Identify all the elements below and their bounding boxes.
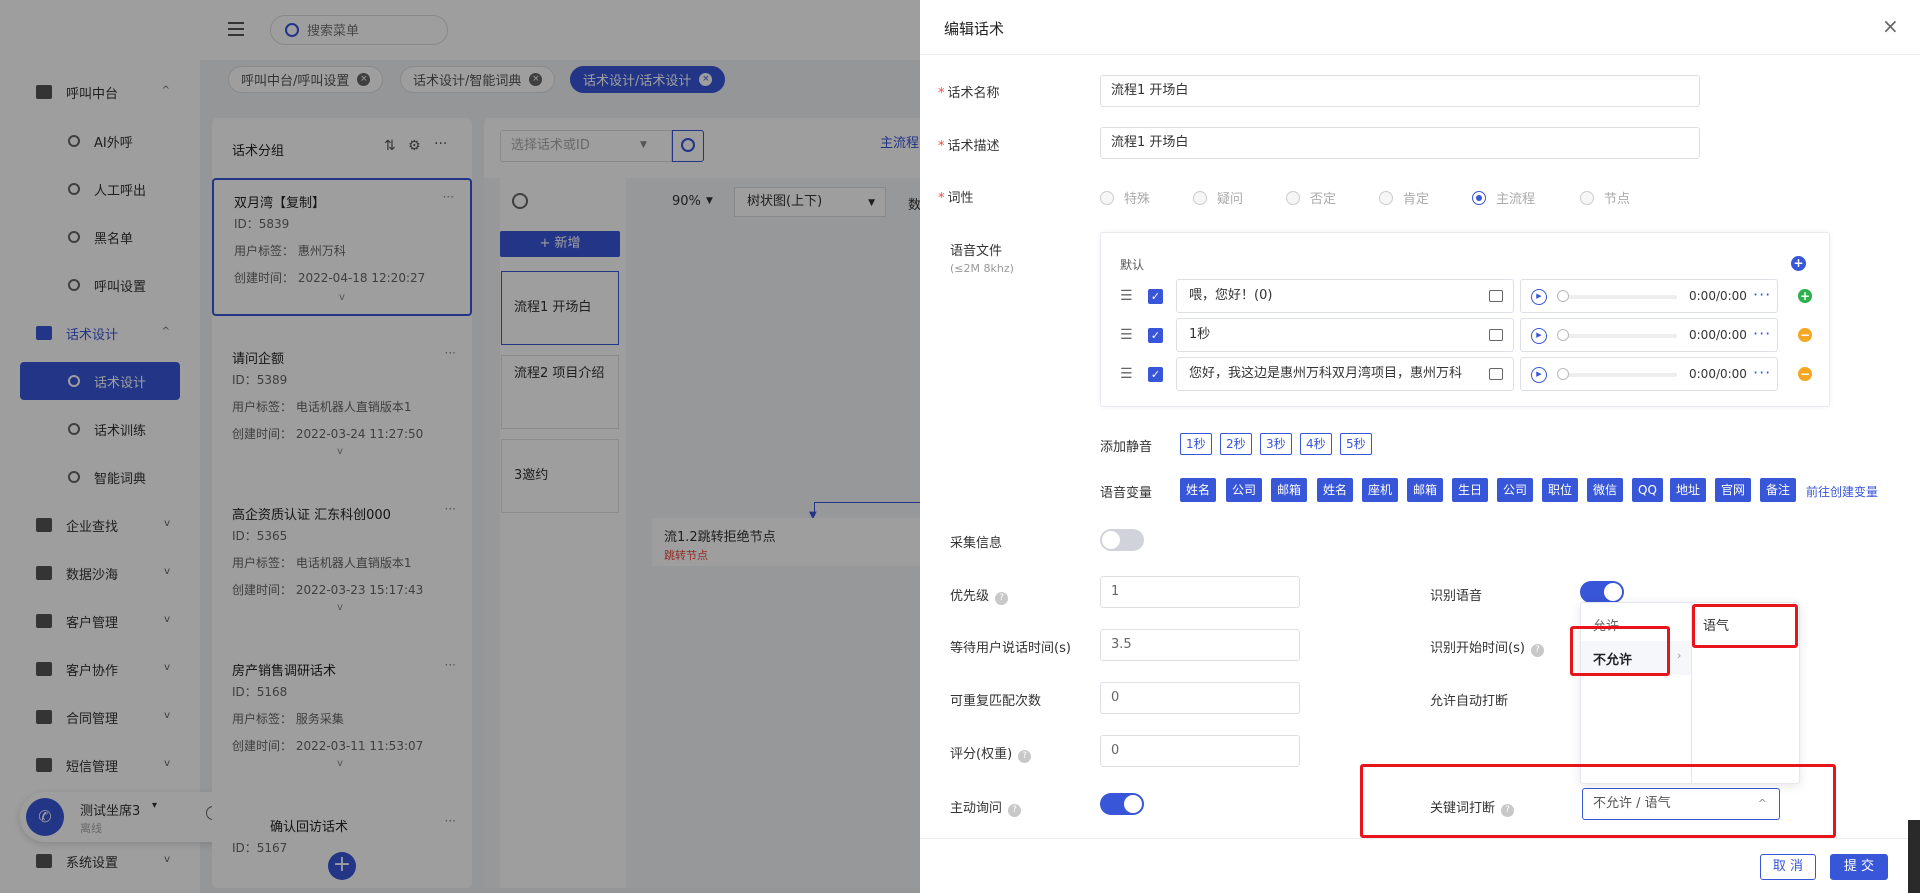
seek-handle[interactable] <box>1557 329 1569 341</box>
modal-overlay[interactable] <box>0 0 920 893</box>
silence-label: 添加静音 <box>1100 440 1153 455</box>
add-voice-icon[interactable]: + <box>1798 289 1812 303</box>
silence-2s-button[interactable]: 2秒 <box>1220 433 1252 455</box>
add-voice-group-icon[interactable]: + <box>1791 256 1806 271</box>
var-tag[interactable]: 姓名 <box>1180 478 1217 502</box>
voice-hint: (≤2M 8khz) <box>950 262 1014 275</box>
var-tag[interactable]: 邮箱 <box>1407 478 1444 502</box>
recog-toggle[interactable] <box>1580 581 1624 603</box>
ask-label: 主动询问? <box>950 797 1022 817</box>
repeat-label: 可重复匹配次数 <box>950 694 1042 709</box>
audio-player: ▶ 0:00/0:00 ··· <box>1520 318 1778 352</box>
collect-toggle[interactable] <box>1100 529 1144 551</box>
silence-5s-button[interactable]: 5秒 <box>1340 433 1372 455</box>
var-tag[interactable]: 姓名 <box>1317 478 1354 502</box>
silence-1s-button[interactable]: 1秒 <box>1180 433 1212 455</box>
desc-input[interactable]: 流程1 开场白 <box>1100 127 1700 159</box>
var-tag[interactable]: 座机 <box>1362 478 1399 502</box>
recog-start-label: 识别开始时间(s)? <box>1430 637 1544 657</box>
help-icon: ? <box>1008 804 1022 817</box>
wait-input[interactable]: 3.5 <box>1100 629 1300 661</box>
var-label: 语音变量 <box>1100 486 1153 501</box>
var-tag[interactable]: 地址 <box>1670 478 1707 502</box>
recog-label: 识别语音 <box>1430 589 1483 604</box>
create-var-link[interactable]: 前往创建变量 <box>1806 483 1878 500</box>
radio-positive[interactable]: 肯定 <box>1379 188 1429 207</box>
voice-label: 语音文件 <box>950 244 1003 259</box>
wait-label: 等待用户说话时间(s) <box>950 641 1071 656</box>
comment-icon[interactable] <box>1489 329 1503 341</box>
var-tag[interactable]: 公司 <box>1497 478 1534 502</box>
help-icon: ? <box>1018 750 1032 763</box>
repeat-input[interactable]: 0 <box>1100 682 1300 714</box>
annotation-box <box>1570 626 1670 676</box>
more-icon[interactable]: ··· <box>1753 363 1771 382</box>
voice-row: ☰ ✓ 喂，您好！(0) ▶ 0:00/0:00 ··· + <box>1120 279 1812 313</box>
var-tag[interactable]: 生日 <box>1452 478 1489 502</box>
voice-default-label: 默认 <box>1120 258 1145 272</box>
play-icon[interactable]: ▶ <box>1531 328 1547 344</box>
score-input[interactable]: 0 <box>1100 735 1300 767</box>
chevron-right-icon: › <box>1677 649 1682 662</box>
pos-label: * 词性 <box>938 191 974 206</box>
close-icon[interactable]: × <box>1882 14 1899 38</box>
priority-label: 优先级? <box>950 585 1009 605</box>
help-icon: ? <box>1530 644 1544 657</box>
divider <box>920 838 1920 839</box>
more-icon[interactable]: ··· <box>1753 324 1771 343</box>
voice-text-input[interactable]: 1秒 <box>1176 318 1514 352</box>
play-icon[interactable]: ▶ <box>1531 367 1547 383</box>
name-label: * 话术名称 <box>938 86 1000 101</box>
voice-row: ☰ ✓ 您好，我这边是惠州万科双月湾项目，惠州万科 ▶ 0:00/0:00 ··· … <box>1120 357 1812 391</box>
collect-label: 采集信息 <box>950 536 1003 551</box>
annotation-box <box>1692 604 1798 648</box>
play-icon[interactable]: ▶ <box>1531 289 1547 305</box>
voice-checkbox[interactable]: ✓ <box>1148 367 1163 382</box>
voice-row: ☰ ✓ 1秒 ▶ 0:00/0:00 ··· − <box>1120 318 1812 352</box>
desc-label: * 话术描述 <box>938 139 1000 154</box>
auto-break-label: 允许自动打断 <box>1430 694 1509 709</box>
voice-checkbox[interactable]: ✓ <box>1148 289 1163 304</box>
help-icon: ? <box>995 592 1009 605</box>
radio-question[interactable]: 疑问 <box>1193 188 1243 207</box>
audio-player: ▶ 0:00/0:00 ··· <box>1520 279 1778 313</box>
drag-handle-icon[interactable]: ☰ <box>1120 327 1133 343</box>
audio-player: ▶ 0:00/0:00 ··· <box>1520 357 1778 391</box>
var-tag[interactable]: 公司 <box>1226 478 1263 502</box>
divider <box>920 54 1920 55</box>
voice-text-input[interactable]: 您好，我这边是惠州万科双月湾项目，惠州万科 <box>1176 357 1514 391</box>
score-label: 评分(权重)? <box>950 743 1032 763</box>
more-icon[interactable]: ··· <box>1753 285 1771 304</box>
radio-main-flow[interactable]: 主流程 <box>1472 188 1535 207</box>
voice-text-input[interactable]: 喂，您好！(0) <box>1176 279 1514 313</box>
drag-handle-icon[interactable]: ☰ <box>1120 288 1133 304</box>
comment-icon[interactable] <box>1489 368 1503 380</box>
silence-3s-button[interactable]: 3秒 <box>1260 433 1292 455</box>
var-tag[interactable]: 官网 <box>1715 478 1752 502</box>
cancel-button[interactable]: 取 消 <box>1760 854 1816 880</box>
seek-handle[interactable] <box>1557 290 1569 302</box>
comment-icon[interactable] <box>1489 290 1503 302</box>
var-tag[interactable]: 职位 <box>1542 478 1579 502</box>
var-tag[interactable]: 备注 <box>1760 478 1797 502</box>
radio-node[interactable]: 节点 <box>1580 188 1630 207</box>
drawer-title: 编辑话术 <box>944 20 1005 38</box>
var-tag[interactable]: 微信 <box>1587 478 1624 502</box>
seek-handle[interactable] <box>1557 368 1569 380</box>
voice-checkbox[interactable]: ✓ <box>1148 328 1163 343</box>
ask-toggle[interactable] <box>1100 793 1144 815</box>
silence-4s-button[interactable]: 4秒 <box>1300 433 1332 455</box>
radio-special[interactable]: 特殊 <box>1100 188 1150 207</box>
remove-voice-icon[interactable]: − <box>1798 367 1812 381</box>
annotation-box <box>1360 764 1836 838</box>
remove-voice-icon[interactable]: − <box>1798 328 1812 342</box>
priority-input[interactable]: 1 <box>1100 576 1300 608</box>
submit-button[interactable]: 提 交 <box>1830 854 1888 880</box>
var-tag[interactable]: QQ <box>1632 478 1663 502</box>
var-tag[interactable]: 邮箱 <box>1271 478 1308 502</box>
radio-negative[interactable]: 否定 <box>1286 188 1336 207</box>
drag-handle-icon[interactable]: ☰ <box>1120 366 1133 382</box>
name-input[interactable]: 流程1 开场白 <box>1100 75 1700 107</box>
scrollbar[interactable] <box>1908 820 1920 893</box>
